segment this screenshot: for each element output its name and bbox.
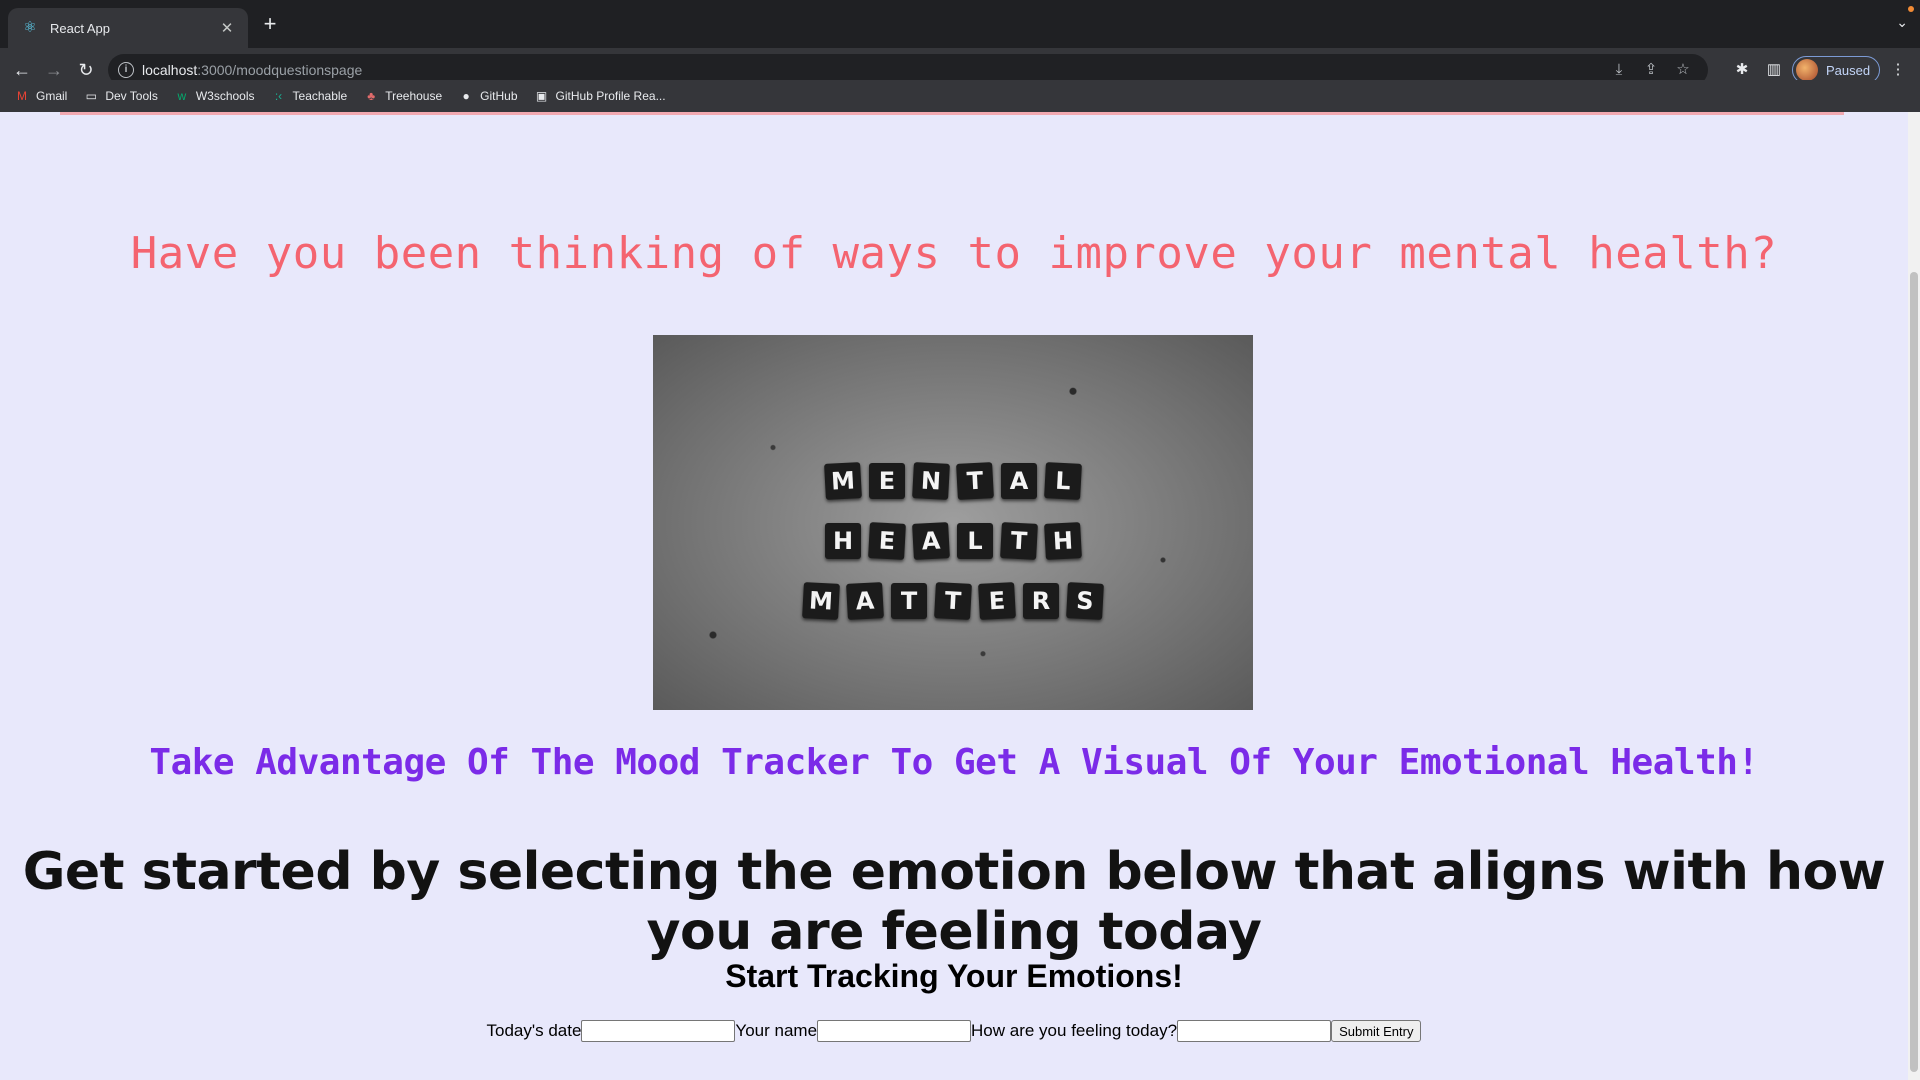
mood-entry-form: Today's date Your name How are you feeli…	[0, 1020, 1908, 1042]
avatar	[1796, 59, 1818, 81]
bookmark-teachable[interactable]: :‹ Teachable	[271, 88, 348, 104]
letter-tile: L	[957, 523, 993, 559]
close-icon[interactable]: ✕	[218, 19, 236, 37]
letter-tile: L	[1044, 462, 1082, 500]
bookmark-label: GitHub Profile Rea...	[555, 89, 666, 103]
page-content: Have you been thinking of ways to improv…	[0, 112, 1908, 1080]
share-icon[interactable]: ⇪	[1642, 61, 1660, 79]
bookmark-label: W3schools	[195, 89, 255, 103]
install-icon[interactable]: ⤓	[1610, 61, 1628, 79]
github-icon: ●	[462, 89, 470, 103]
date-input[interactable]	[581, 1020, 736, 1042]
form-title: Start Tracking Your Emotions!	[725, 958, 1183, 994]
letter-tile: T	[891, 583, 927, 619]
get-started-headline: Get started by selecting the emotion bel…	[22, 842, 1886, 962]
bookmark-label: Dev Tools	[105, 89, 158, 103]
feeling-label: How are you feeling today?	[971, 1021, 1178, 1040]
bookmark-label: GitHub	[480, 89, 518, 103]
tile-row: HEALTH	[653, 522, 1253, 560]
letter-tile: T	[1000, 522, 1038, 560]
menu-icon[interactable]: ⋮	[1888, 60, 1908, 80]
bookmark-label: Gmail	[36, 89, 68, 103]
bookmark-github-profile-readme[interactable]: ▣ GitHub Profile Rea...	[534, 88, 666, 104]
letter-tile: H	[1044, 522, 1082, 560]
notification-dot	[1908, 6, 1914, 12]
bookmark-label: Treehouse	[385, 89, 443, 103]
letter-tile: M	[802, 582, 840, 620]
bookmark-github[interactable]: ● GitHub	[458, 88, 518, 104]
url-path: :3000/moodquestionspage	[197, 62, 363, 78]
name-input[interactable]	[817, 1020, 972, 1042]
teachable-icon: :‹	[274, 89, 283, 103]
readme-icon: ▣	[535, 89, 548, 103]
letter-tile: M	[824, 462, 862, 500]
bookmarks-bar: M Gmail ▭ Dev Tools w W3schools :‹ Teach…	[0, 80, 1920, 112]
letter-tile: T	[956, 462, 994, 500]
tab-strip: ⚛ React App ✕ + ⌄	[0, 0, 1920, 48]
letter-tile: E	[869, 463, 905, 499]
bookmark-w3schools[interactable]: w W3schools	[174, 88, 255, 104]
bookmark-label: Teachable	[292, 89, 348, 103]
react-icon: ⚛	[23, 19, 37, 36]
tile-row: MENTAL	[653, 462, 1253, 500]
letter-tile: E	[868, 522, 906, 560]
treehouse-icon: ♣	[367, 89, 376, 103]
url-text[interactable]: localhost:3000/moodquestionspage	[142, 62, 362, 78]
scrollbar-thumb[interactable]	[1910, 272, 1918, 1072]
letter-tile: N	[912, 462, 950, 500]
bookmark-dev-tools[interactable]: ▭ Dev Tools	[83, 88, 158, 104]
mental-health-headline: Have you been thinking of ways to improv…	[130, 228, 1778, 279]
tile-row: MATTERS	[653, 582, 1253, 620]
new-tab-button[interactable]: +	[258, 12, 282, 36]
profile-label: Paused	[1826, 62, 1871, 78]
letter-tile: E	[978, 582, 1016, 620]
date-label: Today's date	[486, 1021, 582, 1040]
feeling-input[interactable]	[1177, 1020, 1332, 1042]
submit-entry-button[interactable]: Submit Entry	[1331, 1020, 1422, 1042]
tab-title: React App	[50, 20, 110, 36]
star-icon[interactable]: ☆	[1674, 61, 1692, 79]
w3schools-icon: w	[177, 89, 187, 103]
bookmark-gmail[interactable]: M Gmail	[14, 88, 67, 104]
browser-tab[interactable]: ⚛ React App ✕	[8, 8, 248, 48]
forward-button[interactable]: →	[42, 58, 66, 82]
extensions-icon[interactable]: ✱	[1732, 60, 1752, 80]
mental-health-matters-image: MENTALHEALTHMATTERS	[653, 335, 1253, 710]
folder-icon: ▭	[85, 89, 98, 103]
info-icon[interactable]: i	[118, 62, 134, 78]
mood-tracker-headline: Take Advantage Of The Mood Tracker To Ge…	[149, 742, 1759, 783]
letter-tile: S	[1066, 582, 1104, 620]
letter-tile: H	[825, 523, 861, 559]
bookmark-treehouse[interactable]: ♣ Treehouse	[363, 88, 442, 104]
side-panel-icon[interactable]: ▥	[1764, 60, 1784, 80]
reload-button[interactable]: ↻	[74, 58, 98, 82]
letter-tile: A	[1001, 463, 1037, 499]
tab-search-icon[interactable]: ⌄	[1896, 14, 1908, 31]
navbar-border	[60, 112, 1844, 115]
letter-tile: A	[912, 522, 950, 560]
back-button[interactable]: ←	[10, 58, 34, 82]
letter-tile: T	[934, 582, 972, 620]
letter-tile: R	[1023, 583, 1059, 619]
letter-tile: A	[846, 582, 884, 620]
url-host: localhost	[142, 62, 198, 78]
gmail-icon: M	[17, 89, 27, 103]
name-label: Your name	[735, 1021, 818, 1040]
letter-tiles: MENTALHEALTHMATTERS	[653, 335, 1253, 710]
